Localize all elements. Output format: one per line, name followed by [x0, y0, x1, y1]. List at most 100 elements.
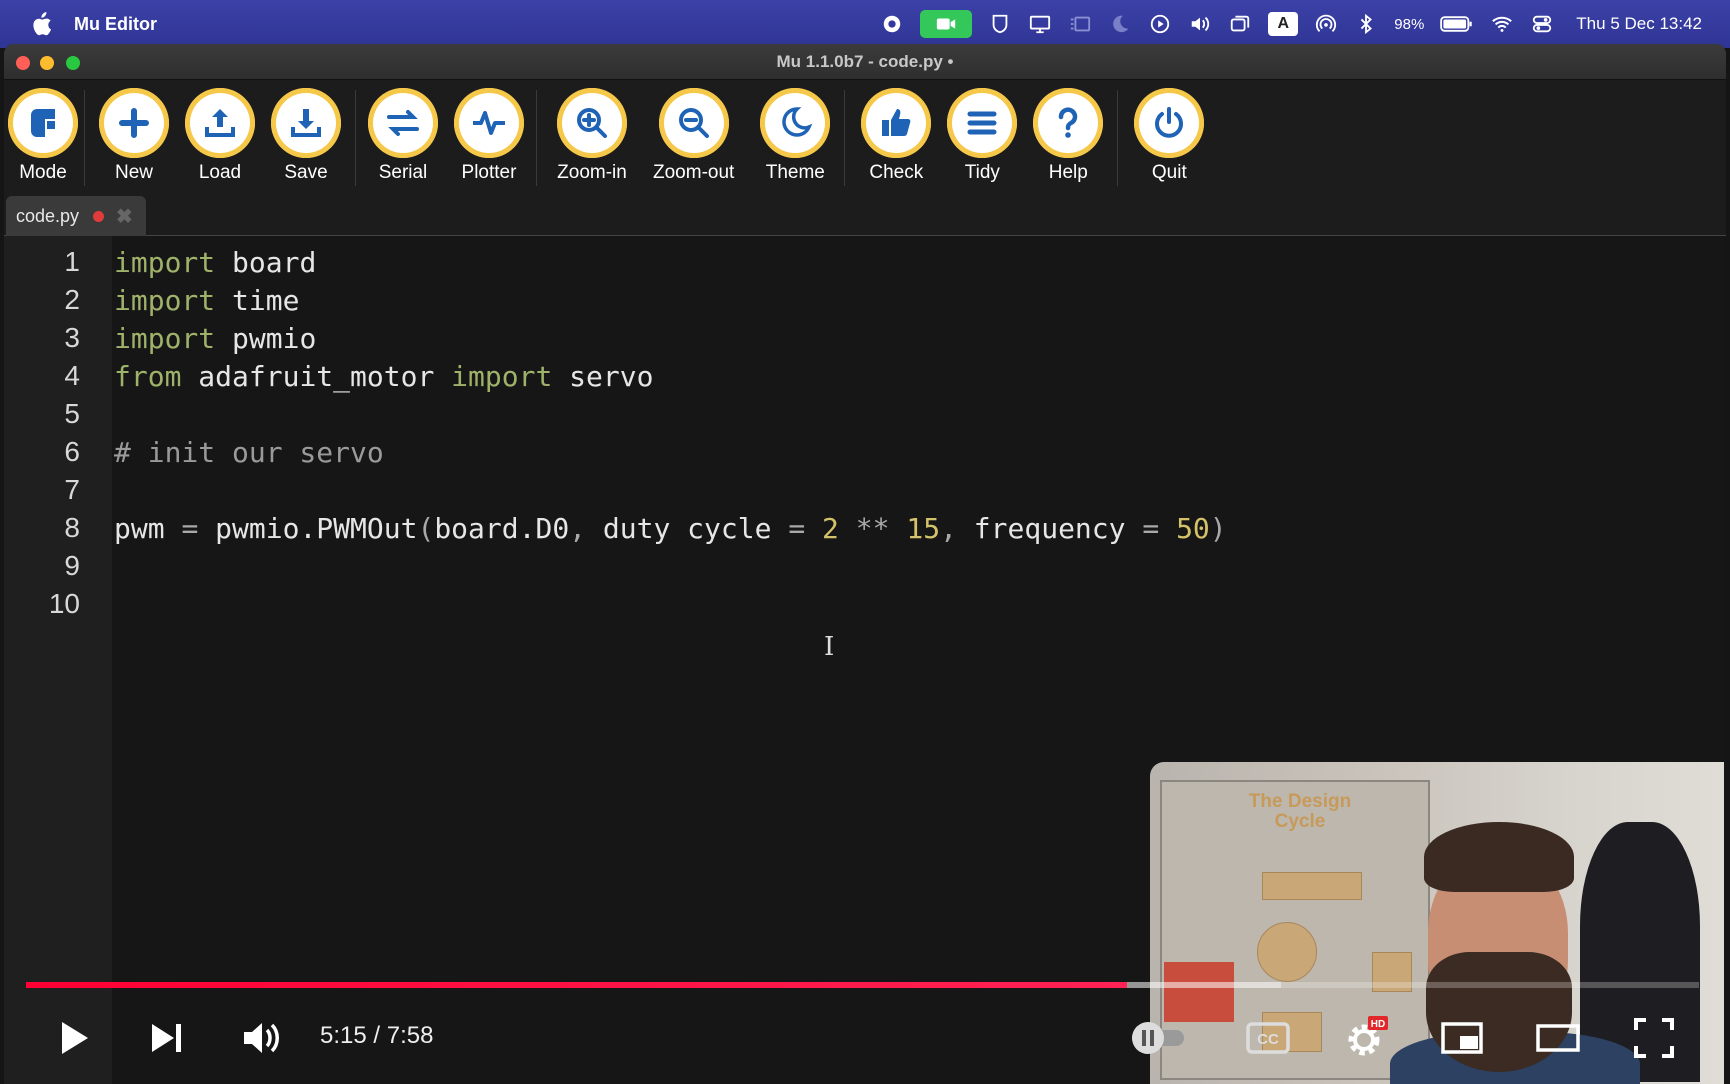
paren: (	[417, 512, 435, 545]
volume-button[interactable]	[232, 1010, 292, 1066]
status-area: A 98% Thu 5 Dec 13:42	[872, 0, 1730, 48]
line-number: 5	[64, 398, 80, 429]
played-bar	[26, 982, 1127, 988]
operator: =	[181, 512, 199, 545]
window-titlebar: Mu 1.1.0b7 - code.py •	[4, 44, 1726, 80]
help-button[interactable]: Help	[1033, 88, 1104, 184]
serial-button[interactable]: Serial	[368, 88, 438, 184]
plotter-button[interactable]: Plotter	[454, 88, 524, 184]
apple-icon[interactable]	[30, 12, 52, 36]
upload-icon	[205, 109, 235, 137]
pause-toggle-icon	[1132, 1022, 1184, 1054]
operator: =	[788, 512, 806, 545]
input-source-indicator[interactable]: A	[1268, 12, 1299, 36]
line-number: 7	[64, 474, 80, 505]
miniplayer-icon	[1441, 1022, 1483, 1054]
tab-code-py[interactable]: code.py ✖	[6, 196, 146, 236]
plotter-button-label: Plotter	[461, 162, 517, 183]
line-number-gutter: 1 2 3 4 5 6 7 8 9 10	[4, 236, 112, 1084]
minimize-window-button[interactable]	[40, 56, 54, 70]
battery-icon[interactable]	[1440, 0, 1474, 48]
load-button-label: Load	[198, 162, 242, 183]
mode-icon	[31, 109, 55, 137]
airdrop-icon[interactable]	[1314, 0, 1338, 48]
number: 15	[906, 512, 941, 545]
settings-button[interactable]: HD	[1336, 1010, 1396, 1066]
theater-icon	[1536, 1024, 1580, 1052]
control-center-icon[interactable]	[1530, 0, 1554, 48]
stage-manager-icon[interactable]	[1068, 0, 1092, 48]
text-cursor-icon: I	[824, 632, 835, 662]
line-number: 1	[64, 246, 80, 277]
play-icon	[62, 1022, 88, 1054]
next-button[interactable]	[136, 1010, 196, 1066]
display-icon[interactable]	[1028, 0, 1052, 48]
theme-button[interactable]: Theme	[760, 88, 831, 184]
code-text: board	[215, 246, 317, 279]
keyword: from	[114, 360, 182, 393]
fullscreen-button[interactable]	[1624, 1010, 1684, 1066]
zoom-out-button[interactable]: Zoom-out	[653, 88, 734, 184]
code-line-4: from adafruit_motor import servo	[114, 360, 653, 393]
code-line-8: pwm = pwmio.PWMOut(board.D0, duty cycle …	[114, 512, 1227, 545]
comma: ,	[569, 512, 587, 545]
save-button[interactable]: Save	[271, 88, 341, 184]
toolbar-divider	[1117, 90, 1119, 186]
wifi-icon[interactable]	[1490, 0, 1514, 48]
camera-icon[interactable]	[920, 10, 973, 38]
pulse-icon	[473, 111, 505, 135]
code-line-6: # init our servo	[114, 436, 384, 469]
fullscreen-icon	[1634, 1018, 1674, 1058]
shield-icon[interactable]	[988, 0, 1012, 48]
menubar-clock[interactable]: Thu 5 Dec 13:42	[1576, 0, 1702, 48]
windows-icon[interactable]	[1228, 0, 1252, 48]
app-menu-name[interactable]: Mu Editor	[74, 14, 157, 35]
close-tab-icon[interactable]: ✖	[116, 204, 133, 229]
toolbar-divider	[355, 90, 356, 186]
theme-button-label: Theme	[765, 162, 825, 183]
new-button-label: New	[114, 162, 153, 183]
maximize-window-button[interactable]	[66, 56, 80, 70]
paren: )	[1209, 512, 1227, 545]
volume-icon	[244, 1023, 279, 1053]
mode-button-label: Mode	[19, 162, 67, 183]
quit-button[interactable]: Quit	[1134, 88, 1205, 184]
line-number: 2	[64, 284, 80, 315]
new-button[interactable]: New	[99, 88, 169, 184]
play-button[interactable]	[42, 1010, 102, 1066]
zoom-in-button[interactable]: Zoom-in	[557, 88, 627, 184]
video-progress-bar[interactable]	[26, 982, 1699, 988]
line-number: 8	[64, 512, 80, 543]
tidy-button[interactable]: Tidy	[947, 88, 1018, 184]
operator: =	[1142, 512, 1160, 545]
check-button[interactable]: Check	[861, 88, 932, 184]
moon-icon	[782, 107, 813, 137]
captions-icon: CC	[1246, 1022, 1290, 1054]
code-text: servo	[552, 360, 654, 393]
toolbar-divider	[844, 90, 846, 186]
tab-bar: code.py ✖	[4, 196, 1726, 236]
number: 50	[1176, 512, 1210, 545]
keyword: import	[114, 284, 216, 317]
bluetooth-icon[interactable]	[1354, 0, 1378, 48]
code-text: pwmio	[215, 322, 317, 355]
power-icon	[1155, 107, 1184, 138]
record-icon[interactable]	[880, 0, 904, 48]
captions-button[interactable]: CC	[1238, 1010, 1298, 1066]
miniplayer-button[interactable]	[1432, 1010, 1492, 1066]
close-window-button[interactable]	[16, 56, 30, 70]
zoom-out-button-label: Zoom-out	[653, 162, 735, 183]
autoplay-toggle[interactable]	[1128, 1010, 1188, 1066]
volume-icon[interactable]	[1188, 0, 1212, 48]
arrows-icon	[387, 110, 419, 136]
moon-icon[interactable]	[1108, 0, 1132, 48]
mode-button[interactable]: Mode	[8, 88, 78, 184]
download-icon	[291, 109, 321, 137]
code-text: duty cycle	[586, 512, 789, 545]
toolbar-divider	[536, 90, 537, 186]
theater-mode-button[interactable]	[1528, 1010, 1588, 1066]
zoom-in-button-label: Zoom-in	[557, 162, 627, 183]
play-circle-icon[interactable]	[1148, 0, 1172, 48]
load-button[interactable]: Load	[185, 88, 255, 184]
